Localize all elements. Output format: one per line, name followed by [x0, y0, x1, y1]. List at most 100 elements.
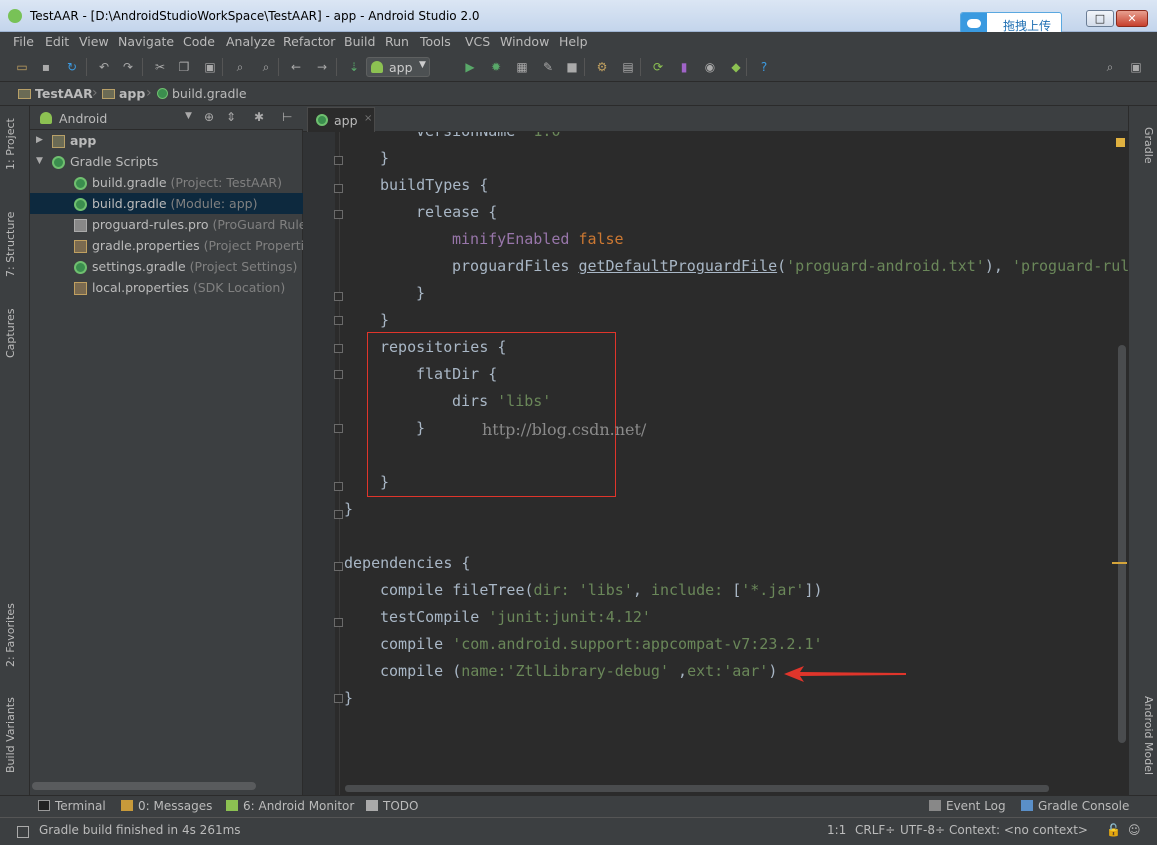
save-icon[interactable]: ▪	[38, 59, 54, 75]
code-line[interactable]: buildTypes {	[380, 172, 488, 199]
tree-item[interactable]: local.properties (SDK Location)	[30, 277, 303, 298]
menu-code[interactable]: Code	[183, 34, 215, 49]
copy-icon[interactable]: ❐	[176, 59, 192, 75]
project-structure-icon[interactable]: ▤	[620, 59, 636, 75]
redo-icon[interactable]: ↷	[120, 59, 136, 75]
run-configuration-select[interactable]: app ▼	[366, 57, 430, 77]
code-line[interactable]: }	[344, 496, 353, 523]
tool-window-eventlog[interactable]: Event Log	[929, 799, 1006, 813]
sync-gradle-icon[interactable]: ⟳	[650, 59, 666, 75]
menu-navigate[interactable]: Navigate	[118, 34, 174, 49]
code-line[interactable]: }	[416, 280, 425, 307]
breadcrumb-file[interactable]: build.gradle	[157, 86, 247, 101]
code-line[interactable]: }	[380, 145, 389, 172]
breadcrumb-project[interactable]: TestAAR	[18, 86, 93, 101]
tool-window-tab-gradle[interactable]: Gradle	[1133, 118, 1155, 172]
tool-window-tab-structure[interactable]: 7: Structure	[4, 196, 26, 292]
fold-marker[interactable]	[334, 292, 343, 301]
tree-item[interactable]: proguard-rules.pro (ProGuard Rules	[30, 214, 303, 235]
context-indicator[interactable]: Context: <no context>	[949, 823, 1088, 837]
fold-marker[interactable]	[334, 344, 343, 353]
project-view-select[interactable]: Android	[59, 111, 107, 126]
menu-edit[interactable]: Edit	[45, 34, 69, 49]
chevron-down-icon[interactable]: ▼	[36, 151, 43, 172]
tool-window-terminal[interactable]: Terminal	[38, 799, 106, 813]
code-line[interactable]: testCompile 'junit:junit:4.12'	[380, 604, 651, 631]
paste-icon[interactable]: ▣	[202, 59, 218, 75]
back-icon[interactable]: ←	[288, 59, 304, 75]
fold-marker[interactable]	[334, 184, 343, 193]
tool-windows-toggle-icon[interactable]	[17, 826, 29, 838]
tree-item[interactable]: ▶ app	[30, 130, 303, 151]
tool-window-androidmonitor[interactable]: 6: Android Monitor	[226, 799, 354, 813]
tool-window-tab-buildvariants[interactable]: Build Variants	[4, 688, 26, 782]
code-line[interactable]: minifyEnabled false	[452, 226, 624, 253]
inspector-icon[interactable]: ☺	[1128, 823, 1141, 837]
tool-window-tab-captures[interactable]: Captures	[4, 298, 26, 368]
code-line[interactable]: compile 'com.android.support:appcompat-v…	[380, 631, 823, 658]
fold-marker[interactable]	[334, 694, 343, 703]
menu-tools[interactable]: Tools	[420, 34, 451, 49]
tool-window-todo[interactable]: TODO	[366, 799, 418, 813]
attach-icon[interactable]: ▦	[514, 59, 530, 75]
menu-vcs[interactable]: VCS	[465, 34, 490, 49]
help-icon[interactable]: ?	[756, 59, 772, 75]
code-line[interactable]: compile fileTree(dir: 'libs', include: […	[380, 577, 823, 604]
fold-marker[interactable]	[334, 210, 343, 219]
tab-app[interactable]: app ×	[307, 107, 375, 132]
undo-icon[interactable]: ↶	[96, 59, 112, 75]
tool-window-messages[interactable]: 0: Messages	[121, 799, 212, 813]
collapse-all-icon[interactable]: ⇕	[226, 110, 236, 124]
sdk-icon[interactable]: ⚙	[594, 59, 610, 75]
menu-analyze[interactable]: Analyze	[226, 34, 275, 49]
replace-icon[interactable]: ⌕	[258, 59, 274, 75]
code-line[interactable]: dependencies {	[344, 550, 470, 577]
code-line[interactable]: release {	[416, 199, 497, 226]
hide-panel-icon[interactable]: ⊢	[282, 110, 292, 124]
fold-marker[interactable]	[334, 316, 343, 325]
fold-marker[interactable]	[334, 156, 343, 165]
editor-vertical-scrollbar[interactable]	[1118, 345, 1126, 743]
fold-marker[interactable]	[334, 482, 343, 491]
cut-icon[interactable]: ✂	[152, 59, 168, 75]
open-icon[interactable]: ▭	[14, 59, 30, 75]
menu-window[interactable]: Window	[500, 34, 549, 49]
scroll-from-source-icon[interactable]: ⊕	[204, 110, 214, 124]
close-tab-icon[interactable]: ×	[364, 113, 372, 124]
tree-item[interactable]: gradle.properties (Project Properties	[30, 235, 303, 256]
tree-item[interactable]: settings.gradle (Project Settings)	[30, 256, 303, 277]
close-button[interactable]: ✕	[1116, 10, 1148, 27]
code-line[interactable]: versionName "1.0"	[416, 132, 570, 145]
find-icon[interactable]: ⌕	[232, 59, 248, 75]
sync-icon[interactable]: ↻	[64, 59, 80, 75]
warning-stripe-marker[interactable]	[1112, 562, 1127, 564]
chevron-right-icon[interactable]: ▶	[36, 130, 43, 151]
tree-item[interactable]: build.gradle (Module: app)	[30, 193, 303, 214]
tool-window-gradleconsole[interactable]: Gradle Console	[1021, 799, 1129, 813]
editor-horizontal-scrollbar[interactable]	[345, 785, 1049, 792]
line-separator[interactable]: CRLF÷	[855, 823, 895, 837]
menu-refactor[interactable]: Refactor	[283, 34, 335, 49]
android-icon[interactable]: ◆	[728, 59, 744, 75]
android-device-monitor-icon[interactable]: ◉	[702, 59, 718, 75]
menu-help[interactable]: Help	[559, 34, 588, 49]
apply-changes-icon[interactable]: ✎	[540, 59, 556, 75]
make-icon[interactable]: ⇣	[346, 59, 362, 75]
tree-item[interactable]: ▼ Gradle Scripts	[30, 151, 303, 172]
file-encoding[interactable]: UTF-8÷	[900, 823, 945, 837]
code-line[interactable]: }	[344, 685, 353, 712]
user-icon[interactable]: ▣	[1128, 59, 1144, 75]
fold-marker[interactable]	[334, 424, 343, 433]
code-line[interactable]: compile (name:'ZtlLibrary-debug' ,ext:'a…	[380, 658, 777, 685]
forward-icon[interactable]: →	[314, 59, 330, 75]
tool-window-tab-favorites[interactable]: 2: Favorites	[4, 590, 26, 680]
maximize-button[interactable]: □	[1086, 10, 1114, 27]
menu-view[interactable]: View	[79, 34, 109, 49]
avd-icon[interactable]: ▮	[676, 59, 692, 75]
menu-run[interactable]: Run	[385, 34, 409, 49]
tool-window-tab-androidmodel[interactable]: Android Model	[1133, 686, 1155, 786]
menu-build[interactable]: Build	[344, 34, 375, 49]
code-line[interactable]: }	[380, 307, 389, 334]
tool-window-tab-project[interactable]: 1: Project	[4, 112, 26, 176]
fold-marker[interactable]	[334, 370, 343, 379]
